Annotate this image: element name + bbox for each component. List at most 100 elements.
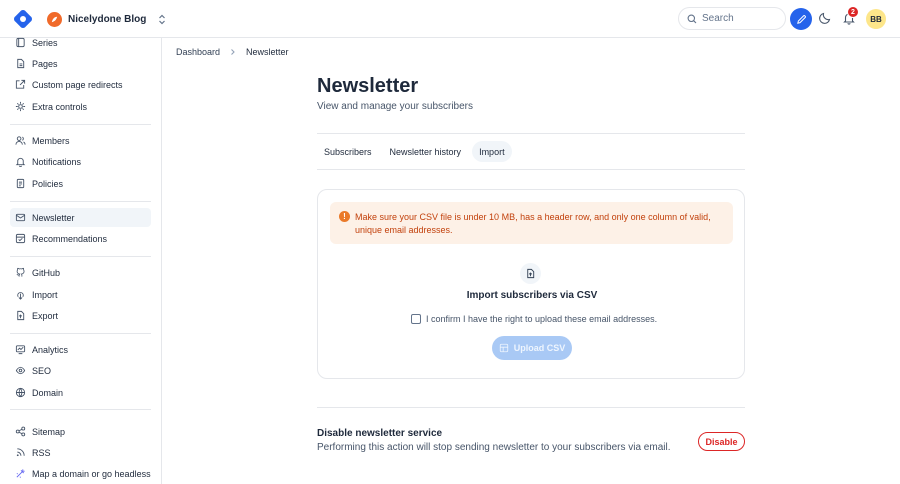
tab-bar: Subscribers Newsletter history Import: [317, 141, 512, 162]
sidebar-item-import[interactable]: Import: [10, 285, 151, 304]
sidebar-item-newsletter[interactable]: Newsletter: [10, 208, 151, 227]
file-upload-icon: [520, 263, 541, 284]
notification-count-badge: 2: [847, 6, 859, 18]
sidebar-divider: [10, 124, 151, 125]
members-icon: [15, 136, 26, 145]
breadcrumb-dashboard-link[interactable]: Dashboard: [176, 47, 220, 57]
write-button[interactable]: [790, 8, 812, 30]
search-placeholder: Search: [702, 13, 734, 24]
sidebar-item-members[interactable]: Members: [10, 131, 151, 150]
chevron-right-icon: [231, 49, 235, 55]
sidebar-item-label: GitHub: [32, 267, 61, 278]
sidebar-item-label: Map a domain or go headless: [32, 468, 151, 479]
recommendations-icon: [15, 233, 26, 244]
sidebar-item-label: Extra controls: [32, 101, 88, 112]
import-title: Import subscribers via CSV: [466, 290, 598, 301]
import-card: ! Make sure your CSV file is under 10 MB…: [317, 189, 745, 379]
series-icon: [16, 37, 25, 48]
sidebar-item-rss[interactable]: RSS: [10, 443, 151, 462]
confirm-rights-checkbox-row[interactable]: I confirm I have the right to upload the…: [411, 314, 657, 324]
sidebar-item-domain[interactable]: Domain: [10, 383, 151, 402]
search-icon: [687, 14, 697, 23]
confirm-rights-checkbox[interactable]: [411, 314, 421, 324]
sidebar-item-label: Custom page redirects: [32, 79, 123, 90]
tab-import[interactable]: Import: [472, 141, 512, 162]
seo-icon: [15, 366, 26, 375]
sidebar-item-label: RSS: [32, 447, 51, 458]
upload-csv-label: Upload CSV: [513, 343, 566, 353]
hashnode-logo-icon[interactable]: [13, 9, 33, 29]
sidebar-item-label: Recommendations: [32, 233, 108, 244]
sidebar-item-analytics[interactable]: Analytics: [10, 340, 151, 359]
sidebar-item-label: Series: [32, 37, 58, 48]
blog-avatar-icon: [47, 11, 62, 27]
sidebar-divider: [10, 256, 151, 257]
rss-icon: [16, 448, 25, 457]
sidebar-item-notifications[interactable]: Notifications: [10, 152, 151, 171]
sidebar-item-label: Import: [32, 289, 58, 300]
alert-line-2: unique email addresses.: [355, 225, 453, 235]
sidebar-item-label: Analytics: [32, 344, 69, 355]
sidebar-item-headless[interactable]: Map a domain or go headless: [10, 464, 151, 483]
sidebar-item-sitemap[interactable]: Sitemap: [10, 422, 151, 441]
sidebar-item-github[interactable]: GitHub: [10, 263, 151, 282]
divider: [317, 133, 745, 134]
sidebar-divider: [10, 409, 151, 410]
breadcrumb: Dashboard Newsletter: [176, 47, 289, 57]
sidebar-item-label: Export: [32, 310, 59, 321]
moon-icon[interactable]: [818, 11, 832, 25]
divider: [317, 407, 745, 408]
globe-icon: [15, 387, 26, 398]
controls-icon: [15, 101, 26, 112]
page-subtitle: View and manage your subscribers: [317, 101, 474, 112]
sidebar-item-label: Notifications: [32, 156, 82, 167]
disable-newsletter-title: Disable newsletter service: [317, 428, 443, 439]
bell-icon: [15, 157, 26, 167]
divider: [317, 169, 745, 170]
sidebar-item-policies[interactable]: Policies: [10, 174, 151, 193]
sitemap-icon: [15, 426, 26, 437]
sidebar-item-custom-page-redirects[interactable]: Custom page redirects: [10, 75, 151, 94]
sidebar: Series Pages Custom page redirects Extra…: [0, 38, 162, 484]
sidebar-item-seo[interactable]: SEO: [10, 361, 151, 380]
redirect-icon: [15, 79, 26, 89]
sidebar-item-label: Domain: [32, 387, 64, 398]
analytics-icon: [15, 345, 26, 355]
page-title: Newsletter: [317, 75, 419, 97]
upload-csv-button[interactable]: Upload CSV: [492, 336, 572, 360]
csv-warning-alert: ! Make sure your CSV file is under 10 MB…: [330, 202, 733, 244]
sidebar-item-label: Members: [32, 135, 70, 146]
sidebar-item-export[interactable]: Export: [10, 306, 151, 325]
newsletter-icon: [15, 213, 26, 222]
disable-newsletter-description: Performing this action will stop sending…: [317, 442, 671, 453]
breadcrumb-current: Newsletter: [246, 47, 289, 57]
confirm-rights-label: I confirm I have the right to upload the…: [426, 314, 658, 324]
sidebar-item-extra-controls[interactable]: Extra controls: [10, 97, 151, 116]
warning-icon: !: [339, 211, 350, 222]
headless-icon: [16, 469, 25, 478]
sidebar-item-label: Policies: [32, 178, 64, 189]
export-icon: [17, 310, 25, 321]
alert-line-1: Make sure your CSV file is under 10 MB, …: [355, 212, 711, 222]
pencil-icon: [796, 14, 806, 24]
sidebar-item-label: Newsletter: [32, 212, 75, 223]
import-icon: [17, 292, 24, 300]
pages-icon: [17, 58, 25, 69]
sidebar-item-recommendations[interactable]: Recommendations: [10, 229, 151, 248]
sidebar-divider: [10, 333, 151, 334]
table-icon: [499, 343, 508, 353]
search-box[interactable]: Search: [678, 7, 786, 30]
blog-name: Nicelydone Blog: [68, 13, 147, 25]
sidebar-item-series[interactable]: Series: [10, 33, 151, 52]
github-icon: [16, 267, 25, 277]
tab-newsletter-history[interactable]: Newsletter history: [383, 141, 469, 162]
user-avatar[interactable]: BB: [866, 9, 886, 29]
sidebar-item-pages[interactable]: Pages: [10, 54, 151, 73]
sidebar-item-label: SEO: [32, 365, 52, 376]
disable-newsletter-button[interactable]: Disable: [698, 432, 745, 451]
sidebar-item-label: Pages: [32, 58, 58, 69]
blog-switcher[interactable]: Nicelydone Blog: [47, 10, 166, 28]
chevron-updown-icon: [158, 14, 166, 25]
sidebar-divider: [10, 201, 151, 202]
tab-subscribers[interactable]: Subscribers: [317, 141, 379, 162]
